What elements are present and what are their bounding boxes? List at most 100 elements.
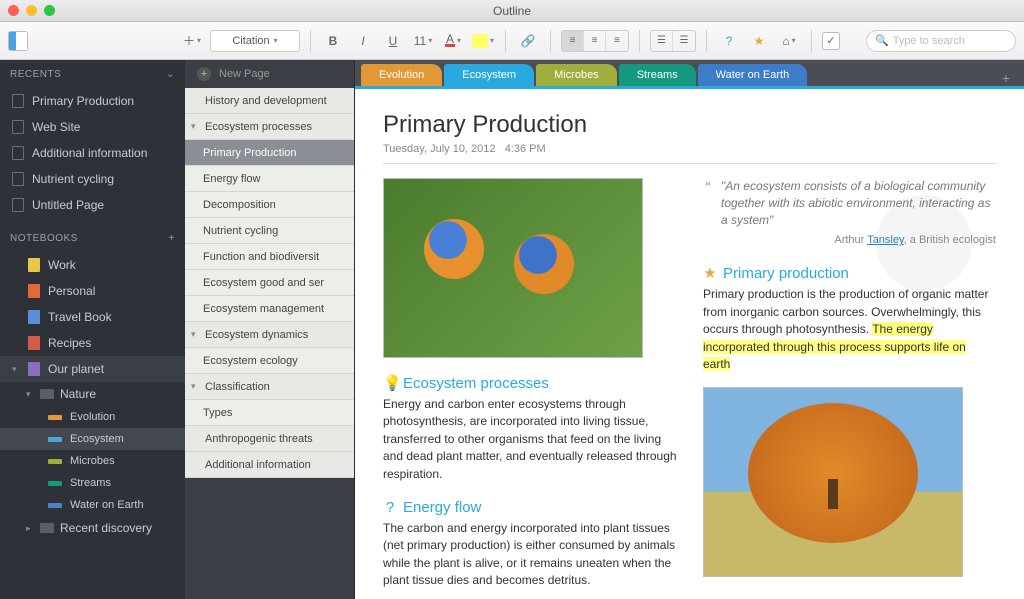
notebook-item[interactable]: Recipes: [0, 330, 185, 356]
expand-icon: ▾: [191, 121, 201, 132]
outline-item[interactable]: Ecosystem good and ser: [185, 270, 354, 296]
section-item[interactable]: Evolution: [0, 406, 185, 428]
notebook-item[interactable]: Work: [0, 252, 185, 278]
recent-item[interactable]: Untitled Page: [0, 192, 185, 218]
tab-ecosystem[interactable]: Ecosystem: [444, 64, 534, 86]
folder-icon: [40, 389, 54, 399]
link-button[interactable]: 🔗: [516, 30, 540, 52]
search-icon: 🔍: [875, 34, 889, 47]
recent-item[interactable]: Primary Production: [0, 88, 185, 114]
search-input[interactable]: 🔍 Type to search: [866, 30, 1016, 52]
font-color-button[interactable]: A: [441, 30, 465, 52]
sidebar: RECENTS ⌄ Primary ProductionWeb SiteAddi…: [0, 60, 185, 599]
plus-icon: +: [197, 67, 211, 81]
help-icon[interactable]: ?: [717, 30, 741, 52]
page-title: Primary Production: [383, 111, 996, 139]
chevron-down-icon: ⌄: [166, 69, 175, 80]
page-icon: [12, 146, 24, 160]
align-left-button[interactable]: ≡: [562, 31, 584, 51]
section-item[interactable]: Ecosystem: [0, 428, 185, 450]
add-button[interactable]: ＋: [180, 30, 204, 52]
notebook-icon: [28, 258, 40, 272]
outline-item[interactable]: ▾Classification: [185, 374, 354, 400]
recent-item[interactable]: Web Site: [0, 114, 185, 140]
outline-item[interactable]: Types: [185, 400, 354, 426]
align-group: ≡ ≡ ≡: [561, 30, 629, 52]
expand-icon: ▾: [191, 381, 201, 392]
style-select[interactable]: Citation: [210, 30, 300, 52]
outline-item[interactable]: History and development: [185, 88, 354, 114]
question-icon: ?: [383, 499, 397, 516]
notebook-item[interactable]: Travel Book: [0, 304, 185, 330]
underline-button[interactable]: U: [381, 30, 405, 52]
outline-item[interactable]: Nutrient cycling: [185, 218, 354, 244]
section-item[interactable]: Microbes: [0, 450, 185, 472]
page-icon: [12, 198, 24, 212]
page-icon: [12, 94, 24, 108]
outline-item[interactable]: Ecosystem ecology: [185, 348, 354, 374]
section-color-icon: [48, 437, 62, 442]
expand-icon: ▾: [191, 329, 201, 340]
notebook-item[interactable]: ▾Our planet: [0, 356, 185, 382]
section-group[interactable]: ▾Nature: [0, 382, 185, 406]
bold-button[interactable]: B: [321, 30, 345, 52]
content-area: EvolutionEcosystemMicrobesStreamsWater o…: [355, 60, 1024, 599]
outline-item[interactable]: Anthropogenic threats: [185, 426, 354, 452]
outline-item[interactable]: Decomposition: [185, 192, 354, 218]
outline-item[interactable]: ▾Ecosystem processes: [185, 114, 354, 140]
note-page[interactable]: Primary Production Tuesday, July 10, 201…: [355, 86, 1024, 599]
image-birds[interactable]: [383, 178, 643, 358]
section-item[interactable]: Streams: [0, 472, 185, 494]
section-tabs: EvolutionEcosystemMicrobesStreamsWater o…: [355, 60, 1024, 86]
align-center-button[interactable]: ≡: [584, 31, 606, 51]
notebook-item[interactable]: Personal: [0, 278, 185, 304]
titlebar: Outline: [0, 0, 1024, 22]
number-list-button[interactable]: ☰: [673, 31, 695, 51]
tab-water-on-earth[interactable]: Water on Earth: [698, 64, 808, 86]
notebook-icon: [28, 336, 40, 350]
section-group[interactable]: ▸Recent discovery: [0, 516, 185, 540]
sidebar-toggle-icon[interactable]: [8, 31, 28, 51]
tab-streams[interactable]: Streams: [619, 64, 696, 86]
tab-microbes[interactable]: Microbes: [536, 64, 617, 86]
outline-item[interactable]: Function and biodiversit: [185, 244, 354, 270]
outline-item[interactable]: Energy flow: [185, 166, 354, 192]
window-title: Outline: [0, 4, 1024, 18]
image-tree[interactable]: [703, 387, 963, 577]
recents-header[interactable]: RECENTS ⌄: [0, 60, 185, 88]
notebook-icon: [28, 362, 40, 376]
recent-item[interactable]: Additional information: [0, 140, 185, 166]
outline-item[interactable]: ▾Ecosystem dynamics: [185, 322, 354, 348]
star-icon[interactable]: ★: [747, 30, 771, 52]
outline-item[interactable]: Additional information: [185, 452, 354, 478]
notebook-icon: [28, 310, 40, 324]
align-right-button[interactable]: ≡: [606, 31, 628, 51]
bullet-list-button[interactable]: ☰: [651, 31, 673, 51]
toolbar: ＋ Citation B I U 11 A 🔗 ≡ ≡ ≡ ☰ ☰ ? ★ ⌂ …: [0, 22, 1024, 60]
page-list: + New Page History and development▾Ecosy…: [185, 60, 355, 599]
add-tab-button[interactable]: +: [994, 70, 1018, 86]
font-size-select[interactable]: 11: [411, 30, 435, 52]
new-page-button[interactable]: + New Page: [185, 60, 354, 88]
folder-icon: [40, 523, 54, 533]
section-color-icon: [48, 415, 62, 420]
notebook-icon: [28, 284, 40, 298]
star-icon: ★: [703, 264, 717, 282]
outline-item[interactable]: Primary Production: [185, 140, 354, 166]
section-color-icon: [48, 481, 62, 486]
highlight-button[interactable]: [471, 30, 495, 52]
lightbulb-icon: 💡: [383, 374, 397, 392]
tab-evolution[interactable]: Evolution: [361, 64, 442, 86]
section-item[interactable]: Water on Earth: [0, 494, 185, 516]
plus-icon[interactable]: +: [169, 233, 175, 244]
italic-button[interactable]: I: [351, 30, 375, 52]
section-color-icon: [48, 459, 62, 464]
notebooks-header[interactable]: NOTEBOOKS +: [0, 224, 185, 252]
todo-checkbox[interactable]: ✓: [822, 32, 840, 50]
list-group: ☰ ☰: [650, 30, 696, 52]
page-icon: [12, 172, 24, 186]
home-icon[interactable]: ⌂: [777, 30, 801, 52]
section-color-icon: [48, 503, 62, 508]
outline-item[interactable]: Ecosystem management: [185, 296, 354, 322]
recent-item[interactable]: Nutrient cycling: [0, 166, 185, 192]
